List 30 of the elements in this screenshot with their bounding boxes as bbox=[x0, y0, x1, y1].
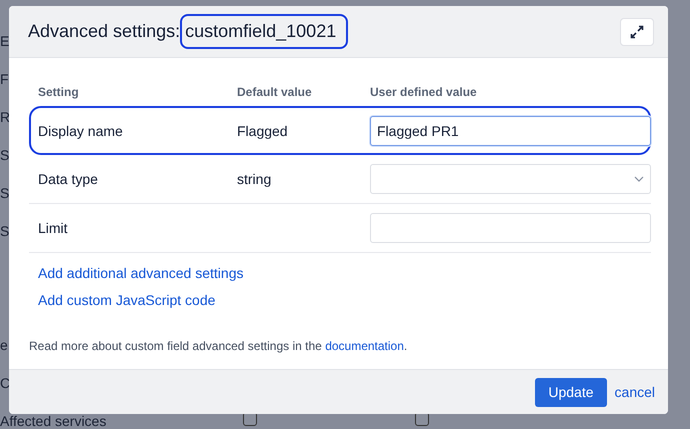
default-value: Flagged bbox=[237, 122, 289, 138]
cancel-link[interactable]: cancel bbox=[614, 384, 655, 400]
column-header: User defined value bbox=[370, 85, 478, 99]
column-header: Setting bbox=[38, 85, 80, 99]
background-text: S bbox=[0, 184, 10, 203]
background-text: e bbox=[0, 336, 8, 355]
background-text: R bbox=[0, 108, 10, 127]
input-field[interactable]: Flagged PR1 bbox=[370, 116, 651, 146]
background-text: E bbox=[0, 32, 10, 51]
setting-name: Limit bbox=[38, 220, 69, 236]
link[interactable]: Add custom JavaScript code bbox=[29, 292, 651, 308]
background-text: Affected services bbox=[0, 412, 106, 429]
setting-name: Display name bbox=[38, 122, 124, 138]
expand-icon bbox=[630, 24, 644, 38]
background-text: S bbox=[0, 222, 10, 241]
background-text: C bbox=[0, 374, 10, 393]
default-value: string bbox=[237, 171, 272, 187]
help-text: Read more about custom field advanced settings in the documentation. bbox=[29, 339, 408, 353]
column-header: Default value bbox=[237, 85, 313, 99]
dialog-title: Advanced settings: bbox=[28, 21, 180, 42]
link[interactable]: Add additional advanced settings bbox=[29, 265, 651, 281]
documentation-link[interactable]: documentation bbox=[325, 339, 404, 353]
update-button[interactable]: Update bbox=[535, 378, 607, 406]
expand-button[interactable] bbox=[620, 18, 654, 46]
input-field[interactable] bbox=[370, 213, 651, 243]
background-text: S bbox=[0, 146, 10, 165]
background-text: F bbox=[0, 70, 9, 89]
field-name: customfield_10021 bbox=[180, 14, 348, 49]
chevron-down-icon bbox=[634, 176, 644, 182]
setting-name: Data type bbox=[38, 171, 99, 187]
